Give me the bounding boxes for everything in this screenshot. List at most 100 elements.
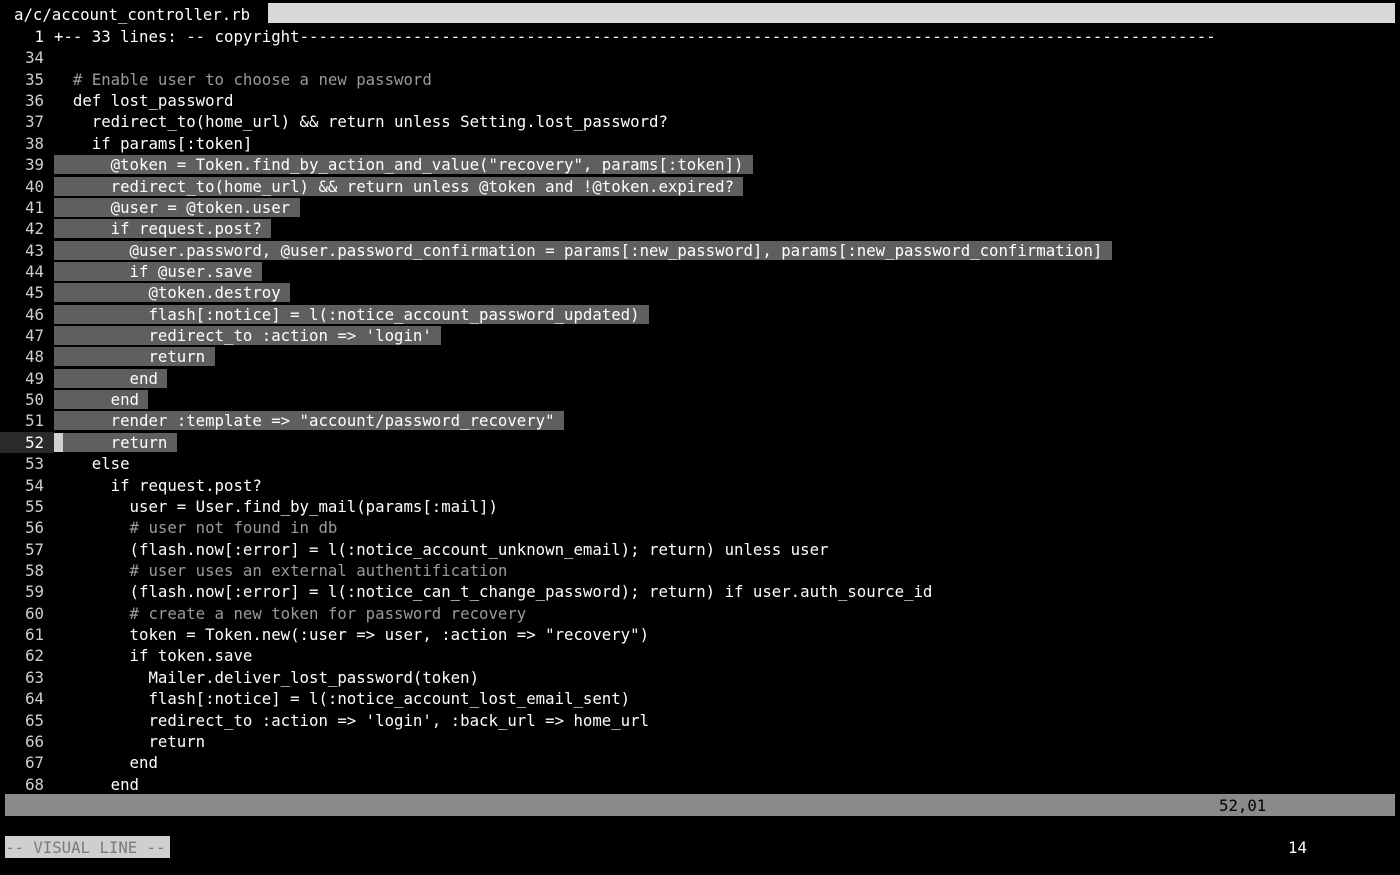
line-number: 40 (25, 176, 44, 196)
line-text: (flash.now[:error] = l(:notice_account_u… (54, 539, 829, 559)
selected-text: @token.destroy (54, 283, 291, 303)
code-line[interactable]: 38 if params[:token] (0, 133, 1400, 154)
code-line[interactable]: 37 redirect_to(home_url) && return unles… (0, 111, 1400, 132)
line-text: if request.post? (54, 219, 272, 239)
line-number: 47 (25, 326, 44, 346)
code-line[interactable]: 39 @token = Token.find_by_action_and_val… (0, 154, 1400, 175)
line-text: redirect_to(home_url) && return unless S… (54, 112, 668, 132)
line-number: 44 (25, 261, 44, 281)
selected-text: redirect_to :action => 'login' (54, 326, 442, 346)
line-text: if params[:token] (54, 133, 253, 153)
line-text: @user.password, @user.password_confirmat… (54, 240, 1112, 260)
command-line[interactable]: -- VISUAL LINE -- 14 (0, 836, 1400, 858)
code-line[interactable]: 60 # create a new token for password rec… (0, 603, 1400, 624)
line-number: 63 (25, 667, 44, 687)
code-line[interactable]: 45 @token.destroy (0, 282, 1400, 303)
code-line[interactable]: 58 # user uses an external authentificat… (0, 560, 1400, 581)
line-text: user = User.find_by_mail(params[:mail]) (54, 496, 498, 516)
code-line[interactable]: 34 (0, 47, 1400, 68)
editor-buffer[interactable]: 1 +-- 33 lines: -- copyright-------------… (0, 26, 1400, 795)
line-text: end (54, 390, 149, 410)
code-line[interactable]: 46 flash[:notice] = l(:notice_account_pa… (0, 304, 1400, 325)
code-line[interactable]: 51 render :template => "account/password… (0, 410, 1400, 431)
code-line[interactable]: 62 if token.save (0, 645, 1400, 666)
code-line[interactable]: 54 if request.post? (0, 475, 1400, 496)
code-line[interactable]: 50 end (0, 389, 1400, 410)
code-line[interactable]: 63 Mailer.deliver_lost_password(token) (0, 667, 1400, 688)
code-line[interactable]: 36 def lost_password (0, 90, 1400, 111)
fold-line[interactable]: 1 +-- 33 lines: -- copyright-------------… (0, 26, 1400, 47)
code-line[interactable]: 48 return (0, 346, 1400, 367)
code-line[interactable]: 66 return (0, 731, 1400, 752)
selected-text: @user.password, @user.password_confirmat… (54, 240, 1112, 260)
line-text: Mailer.deliver_lost_password(token) (54, 667, 480, 687)
line-number: 36 (25, 91, 44, 111)
code-line[interactable]: 57 (flash.now[:error] = l(:notice_accoun… (0, 539, 1400, 560)
line-number: 1 (34, 27, 44, 46)
line-number: 59 (25, 582, 44, 602)
line-number: 55 (25, 496, 44, 516)
line-number: 62 (25, 646, 44, 666)
code-line[interactable]: 61 token = Token.new(:user => user, :act… (0, 624, 1400, 645)
line-number: 57 (25, 539, 44, 559)
statusline: app/controllers/account_controller.rb (r… (5, 794, 1395, 838)
line-number: 68 (25, 774, 44, 794)
line-text: redirect_to(home_url) && return unless @… (54, 176, 744, 196)
code-line[interactable]: 56 # user not found in db (0, 517, 1400, 538)
line-text: redirect_to :action => 'login', :back_ur… (54, 710, 650, 730)
line-number: 50 (25, 390, 44, 410)
code-line[interactable]: 68 end (0, 774, 1400, 795)
line-text: def lost_password (54, 91, 234, 111)
code-line[interactable]: 47 redirect_to :action => 'login' (0, 325, 1400, 346)
code-line[interactable]: 35 # Enable user to choose a new passwor… (0, 69, 1400, 90)
code-line[interactable]: 53 else (0, 453, 1400, 474)
line-text: @token = Token.find_by_action_and_value(… (54, 155, 753, 175)
tabline-fill (268, 3, 1395, 23)
code-line[interactable]: 65 redirect_to :action => 'login', :back… (0, 710, 1400, 731)
line-text: end (54, 774, 140, 794)
selected-text: end (54, 368, 168, 388)
selection-count: 14 (1288, 838, 1307, 857)
code-line[interactable]: 40 redirect_to(home_url) && return unles… (0, 176, 1400, 197)
line-text: return (54, 731, 206, 751)
line-text: render :template => "account/password_re… (54, 411, 565, 431)
line-text: flash[:notice] = l(:notice_account_passw… (54, 304, 650, 324)
line-number: 58 (25, 560, 44, 580)
tab-current[interactable]: a/c/account_controller.rb (0, 0, 268, 26)
line-text: if request.post? (54, 475, 262, 495)
code-line[interactable]: 41 @user = @token.user (0, 197, 1400, 218)
line-number: 43 (25, 240, 44, 260)
line-text: # user uses an external authentification (54, 560, 508, 580)
line-number: 51 (25, 411, 44, 431)
line-number: 38 (25, 133, 44, 153)
line-number: 41 (25, 197, 44, 217)
line-text: flash[:notice] = l(:notice_account_lost_… (54, 689, 631, 709)
selected-text: @user = @token.user (54, 197, 300, 217)
code-line[interactable]: 43 @user.password, @user.password_confir… (0, 240, 1400, 261)
line-text: if @user.save (54, 261, 262, 281)
code-line[interactable]: 55 user = User.find_by_mail(params[:mail… (0, 496, 1400, 517)
line-text: token = Token.new(:user => user, :action… (54, 625, 650, 645)
line-text: else (54, 454, 130, 474)
line-text: # user not found in db (54, 518, 338, 538)
code-line[interactable]: 64 flash[:notice] = l(:notice_account_lo… (0, 688, 1400, 709)
line-number: 56 (25, 518, 44, 538)
line-text: @user = @token.user (54, 197, 300, 217)
line-number: 54 (25, 475, 44, 495)
code-line[interactable]: 67 end (0, 752, 1400, 773)
line-number: 53 (25, 454, 44, 474)
line-number: 60 (25, 603, 44, 623)
code-line[interactable]: 52 return (0, 431, 1400, 454)
code-line[interactable]: 59 (flash.now[:error] = l(:notice_can_t_… (0, 581, 1400, 602)
line-number: 34 (25, 48, 44, 68)
line-text: # create a new token for password recove… (54, 603, 527, 623)
code-line[interactable]: 42 if request.post? (0, 218, 1400, 239)
line-number: 35 (25, 69, 44, 89)
code-line[interactable]: 49 end (0, 368, 1400, 389)
selected-text: return (54, 347, 215, 367)
line-text: if token.save (54, 646, 253, 666)
line-number: 65 (25, 710, 44, 730)
line-text: return (54, 347, 215, 367)
code-line[interactable]: 44 if @user.save (0, 261, 1400, 282)
tabline: a/c/account_controller.rb (0, 0, 1400, 26)
